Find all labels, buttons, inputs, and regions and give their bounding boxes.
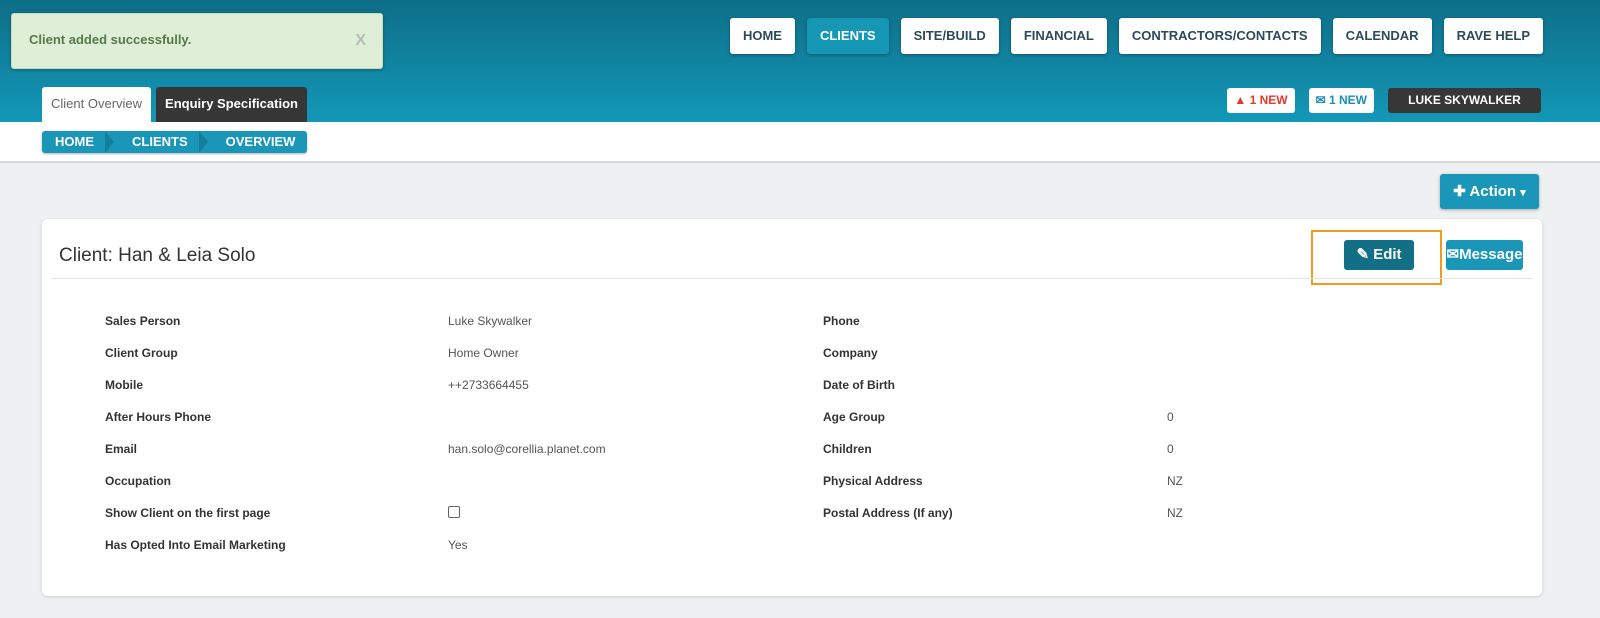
highlight-box <box>1311 230 1442 285</box>
field-label: Has Opted Into Email Marketing <box>105 538 286 552</box>
field-label: Postal Address (If any) <box>823 506 953 520</box>
nav-calendar[interactable]: CALENDAR <box>1332 18 1432 54</box>
action-button[interactable]: ✚ Action ▾ <box>1440 174 1539 209</box>
caret-down-icon: ▾ <box>1520 187 1526 199</box>
field-value: Yes <box>448 538 468 552</box>
user-name: LUKE SKYWALKER <box>1408 93 1521 107</box>
header: Client added successfully. X HOME CLIENT… <box>0 0 1600 132</box>
nav-financial[interactable]: FINANCIAL <box>1010 18 1107 54</box>
action-label: Action <box>1469 183 1517 200</box>
client-card: Client: Han & Leia Solo ✎ Edit ✉Message … <box>42 219 1542 596</box>
user-menu[interactable]: LUKE SKYWALKER ▾ <box>1388 88 1541 132</box>
field-label: Email <box>105 442 138 456</box>
envelope-icon: ✉ <box>1315 93 1329 107</box>
field-label: Phone <box>823 314 860 328</box>
nav-contractors-contacts[interactable]: CONTRACTORS/CONTACTS <box>1118 18 1321 54</box>
field-label: Date of Birth <box>823 378 895 392</box>
alert-message: Client added successfully. <box>29 32 192 47</box>
messages-count: 1 NEW <box>1328 93 1367 107</box>
field-value: 0 <box>1167 410 1174 424</box>
breadcrumb-bar: HOME CLIENTS OVERVIEW <box>0 122 1600 163</box>
field-label: Children <box>823 442 872 456</box>
tabs: Client Overview Enquiry Specification <box>42 87 307 122</box>
field-label: Physical Address <box>823 474 923 488</box>
breadcrumb-overview[interactable]: OVERVIEW <box>200 131 308 153</box>
client-title: Client: Han & Leia Solo <box>59 245 256 266</box>
field-label: Age Group <box>823 410 885 424</box>
tab-client-overview[interactable]: Client Overview <box>42 87 152 122</box>
field-label: Show Client on the first page <box>105 506 271 520</box>
messages-badge[interactable]: ✉ 1 NEW <box>1308 88 1374 113</box>
divider <box>52 278 1532 279</box>
field-label: Company <box>823 346 878 360</box>
warning-icon: ▲ <box>1234 93 1250 107</box>
field-label: Occupation <box>105 474 172 488</box>
envelope-icon: ✉ <box>1446 246 1460 263</box>
field-label: After Hours Phone <box>105 410 212 424</box>
nav-rave-help[interactable]: RAVE HELP <box>1443 18 1543 54</box>
field-value: 0 <box>1167 442 1174 456</box>
field-value: ++2733664455 <box>448 378 529 392</box>
field-label: Client Group <box>105 346 178 360</box>
alerts-count: 1 NEW <box>1249 93 1288 107</box>
field-label: Sales Person <box>105 314 181 328</box>
field-value: Luke Skywalker <box>448 314 533 328</box>
nav-clients[interactable]: CLIENTS <box>806 18 889 54</box>
nav-site-build[interactable]: SITE/BUILD <box>900 18 999 54</box>
alert-close-button[interactable]: X <box>355 32 366 50</box>
breadcrumb: HOME CLIENTS OVERVIEW <box>42 131 308 153</box>
breadcrumb-home[interactable]: HOME <box>42 131 114 153</box>
field-value: NZ <box>1167 474 1183 488</box>
nav-home[interactable]: HOME <box>729 18 795 54</box>
success-alert: Client added successfully. X <box>11 13 383 69</box>
breadcrumb-clients[interactable]: CLIENTS <box>106 131 208 153</box>
plus-icon: ✚ <box>1453 183 1470 200</box>
field-value: NZ <box>1167 506 1183 520</box>
field-label: Mobile <box>105 378 143 392</box>
main-nav: HOME CLIENTS SITE/BUILD FINANCIAL CONTRA… <box>729 18 1543 54</box>
message-label: Message <box>1459 246 1523 263</box>
message-button[interactable]: ✉Message <box>1446 240 1523 270</box>
header-badges: ▲ 1 NEW ✉ 1 NEW LUKE SKYWALKER ▾ <box>1227 88 1541 132</box>
tab-enquiry-specification[interactable]: Enquiry Specification <box>156 87 307 122</box>
alerts-badge[interactable]: ▲ 1 NEW <box>1227 88 1295 113</box>
field-value: Home Owner <box>448 346 519 360</box>
show-first-page-checkbox[interactable] <box>448 506 460 521</box>
field-value: han.solo@corellia.planet.com <box>448 442 606 456</box>
